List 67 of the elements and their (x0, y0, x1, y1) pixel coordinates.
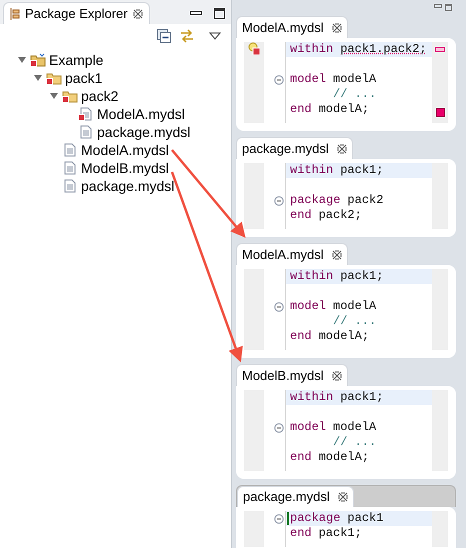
code-keyword: model (290, 299, 326, 314)
close-icon[interactable] (132, 8, 143, 18)
tree-item-label[interactable]: ModelA.mydsl (81, 142, 169, 158)
code-keyword: end (290, 102, 312, 117)
tree-item-label[interactable]: ModelB.mydsl (81, 160, 169, 176)
code-text: pack2; (318, 208, 362, 223)
close-icon[interactable] (336, 144, 347, 154)
editor-tab[interactable]: ModelA.mydsl (236, 16, 348, 38)
code-comment: // ... (333, 435, 376, 450)
code-keyword: end (290, 450, 312, 465)
fold-icon[interactable] (274, 514, 284, 524)
code-text: pack1; (318, 526, 362, 541)
minimize-icon[interactable] (190, 11, 202, 15)
package-explorer-icon (10, 8, 20, 20)
maximize-icon[interactable] (214, 8, 225, 18)
error-annotation-marker (435, 47, 445, 52)
fold-icon[interactable] (274, 74, 284, 84)
code-keyword: package (290, 511, 340, 526)
fold-icon[interactable] (274, 422, 284, 432)
tree-item-label[interactable]: pack1 (65, 70, 102, 86)
editor-tab[interactable]: package.mydsl (236, 137, 353, 159)
code-text: pack1; (340, 269, 384, 284)
fold-icon[interactable] (274, 302, 284, 312)
text-cursor (287, 512, 289, 525)
code-keyword: end (290, 329, 312, 344)
code-text: pack2 (347, 193, 384, 208)
code-text: modelA (333, 420, 376, 435)
error-overview-marker (436, 108, 444, 117)
code-text: pack1; (340, 390, 384, 405)
tree-item-label[interactable]: pack2 (81, 88, 118, 104)
code-keyword: within (290, 269, 334, 284)
code-comment: // ... (333, 314, 376, 329)
error-lightbulb-icon[interactable] (248, 42, 260, 55)
close-icon[interactable] (332, 250, 342, 260)
code-text: modelA (333, 72, 376, 87)
fold-icon[interactable] (274, 196, 284, 206)
editor-tab[interactable]: package.mydsl (237, 486, 354, 507)
view-tab[interactable]: Package Explorer (3, 2, 150, 24)
code-text: pack1; (340, 163, 384, 178)
view-menu-icon[interactable] (209, 32, 221, 40)
tree-item-label[interactable]: package.mydsl (97, 124, 190, 140)
code-keyword: within (290, 42, 334, 57)
code-keyword: within (290, 390, 334, 405)
code-text: modelA (333, 299, 376, 314)
code-keyword: package (290, 193, 340, 208)
tree-item-label[interactable]: package.mydsl (81, 178, 174, 194)
code-keyword: model (290, 72, 326, 87)
code-text: modelA; (318, 450, 370, 465)
code-text: pack1.pack2; (340, 42, 427, 57)
code-keyword: within (290, 163, 334, 178)
vertical-ruler (244, 163, 264, 229)
code-keyword: end (290, 526, 312, 541)
editor-tab[interactable]: ModelA.mydsl (236, 243, 348, 265)
close-icon[interactable] (332, 370, 342, 380)
code-text: modelA; (318, 102, 370, 117)
editor-tab[interactable]: ModelB.mydsl (236, 364, 348, 386)
code-text: pack1 (347, 511, 384, 526)
code-keyword: model (290, 420, 326, 435)
code-comment: // ... (333, 87, 376, 102)
code-text: modelA; (318, 329, 370, 344)
tree-item-label[interactable]: ModelA.mydsl (97, 106, 185, 122)
close-icon[interactable] (338, 492, 348, 502)
code-keyword: end (290, 208, 312, 223)
link-with-editor-icon[interactable] (179, 29, 195, 43)
close-icon[interactable] (332, 22, 342, 32)
collapse-all-icon[interactable] (157, 29, 171, 43)
tree-item-label[interactable]: Example (49, 52, 104, 68)
